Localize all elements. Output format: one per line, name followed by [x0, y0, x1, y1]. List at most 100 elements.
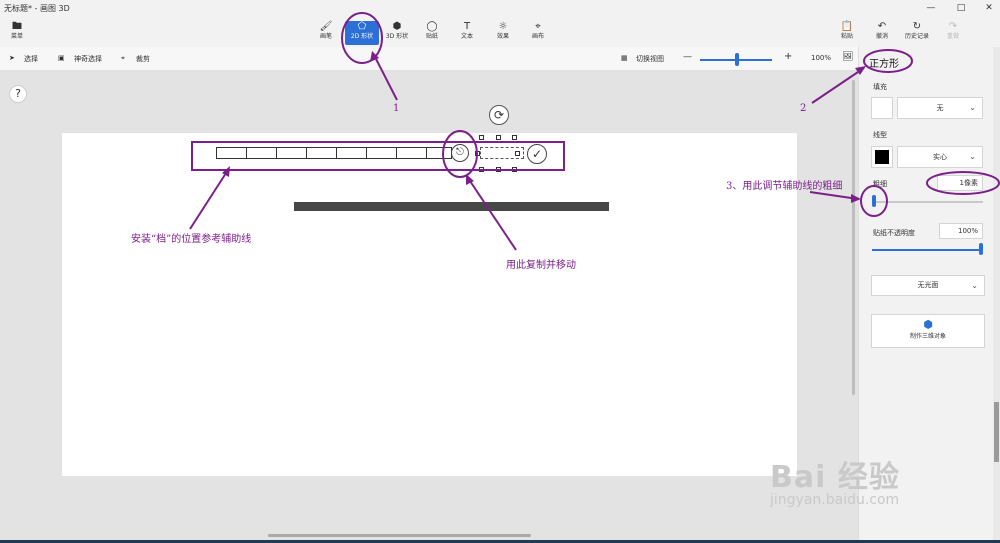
annotation-guide-note: 安装“档”的位置参考辅助线: [131, 234, 252, 245]
stamp-copy-icon[interactable]: ⎋: [451, 144, 469, 162]
line-type-label: 线型: [873, 131, 887, 139]
tool-effects-label: 效果: [496, 33, 509, 40]
watermark-brand: Bai 经验: [770, 460, 900, 495]
rotate-handle-icon[interactable]: ⟳: [489, 105, 509, 125]
paste-button[interactable]: 📋 粘贴: [830, 21, 864, 45]
guide-cell[interactable]: [276, 147, 307, 159]
tool-text[interactable]: T 文本: [450, 21, 484, 45]
resize-handle[interactable]: [515, 151, 520, 156]
baidu-watermark: Bai 经验 jingyan.baidu.com: [770, 452, 900, 508]
guide-cell[interactable]: [336, 147, 367, 159]
resize-handle[interactable]: [496, 167, 501, 172]
make-3d-label: 制作三维对象: [909, 333, 946, 340]
annotation-number-1: 1: [393, 103, 400, 114]
line-type-dropdown[interactable]: 实心 ⌄: [897, 146, 983, 168]
canvas-icon: ⌖: [535, 21, 541, 32]
confirm-check-icon[interactable]: ✓: [527, 144, 547, 164]
history-button[interactable]: ↻ 历史记录: [900, 21, 934, 45]
sticker-opacity-value: 100%: [957, 227, 978, 235]
resize-handle[interactable]: [479, 135, 484, 140]
undo-button[interactable]: ↶ 撤消: [865, 21, 899, 45]
thickness-field[interactable]: 1像素: [937, 175, 983, 191]
reference-guide-row[interactable]: [216, 147, 524, 159]
select-icon: ➤: [9, 54, 15, 62]
canvas-paper[interactable]: [62, 133, 797, 476]
tool-2d-shapes[interactable]: ⬠ 2D 形状: [345, 21, 379, 45]
switch-view-button[interactable]: 切换视图: [636, 54, 664, 64]
tool-stickers[interactable]: ◯ 贴纸: [415, 21, 449, 45]
guide-cell[interactable]: [396, 147, 427, 159]
paste-label: 粘贴: [840, 33, 853, 40]
tool-stickers-label: 贴纸: [425, 33, 438, 40]
title-bar: 无标题* - 画图 3D — □ ✕: [0, 0, 1000, 17]
resize-handle[interactable]: [512, 167, 517, 172]
folder-icon: 🖿: [12, 21, 22, 32]
vertical-scrollbar[interactable]: [852, 80, 855, 395]
fill-label: 填充: [873, 83, 887, 91]
resize-handle[interactable]: [496, 135, 501, 140]
tool-text-label: 文本: [460, 33, 473, 40]
menu-label: 菜单: [10, 33, 23, 40]
sticker-opacity-slider-track[interactable]: [872, 249, 980, 251]
line-type-value: 实心: [933, 153, 947, 161]
fill-dropdown[interactable]: 无 ⌄: [897, 97, 983, 119]
tool-canvas[interactable]: ⌖ 画布: [521, 21, 555, 45]
thickness-label: 粗细: [873, 180, 887, 188]
fill-color-swatch[interactable]: [871, 97, 893, 119]
switch-view-icon: ▦: [621, 54, 628, 62]
paste-icon: 📋: [840, 21, 854, 32]
sticker-opacity-field[interactable]: 100%: [939, 223, 983, 239]
panel-title: 正方形: [869, 59, 899, 70]
zoom-out-button[interactable]: —: [683, 52, 692, 62]
crop-icon: ⌖: [121, 54, 125, 62]
magic-select-button[interactable]: 神奇选择: [74, 54, 102, 64]
panel-scrollbar[interactable]: [993, 47, 1000, 543]
chevron-down-icon: ⌄: [969, 152, 976, 161]
tool-brush[interactable]: 🖌 画笔: [309, 21, 343, 45]
guide-cell[interactable]: [216, 147, 247, 159]
zoom-in-button[interactable]: +: [784, 51, 792, 62]
line-color-swatch[interactable]: [871, 146, 893, 168]
effects-icon: ☼: [498, 21, 508, 32]
crop-button[interactable]: 裁剪: [136, 54, 150, 64]
undo-label: 撤消: [875, 33, 888, 40]
select-button[interactable]: 选择: [24, 54, 38, 64]
3d-shapes-icon: ⬢: [392, 21, 402, 32]
tool-brush-label: 画笔: [319, 33, 332, 40]
thick-guide-line[interactable]: [294, 202, 609, 211]
sticker-opacity-label: 贴纸不透明度: [873, 229, 915, 237]
minimize-button[interactable]: —: [924, 2, 938, 14]
redo-button[interactable]: ↷ 重做: [936, 21, 970, 45]
image-view-icon[interactable]: 🖼: [842, 52, 853, 62]
make-3d-button[interactable]: ⬢ 制作三维对象: [871, 314, 985, 348]
guide-cell[interactable]: [306, 147, 337, 159]
line-color-fill: [875, 150, 889, 164]
annotation-thickness-note: 3、用此调节辅助线的粗细: [726, 181, 843, 192]
tool-effects[interactable]: ☼ 效果: [486, 21, 520, 45]
guide-cell[interactable]: [366, 147, 397, 159]
resize-handle[interactable]: [479, 167, 484, 172]
tool-3d-shapes[interactable]: ⬢ 3D 形状: [380, 21, 414, 45]
help-button[interactable]: ?: [9, 85, 27, 103]
guide-cell[interactable]: [246, 147, 277, 159]
menu-button[interactable]: 🖿 菜单: [0, 21, 34, 45]
history-icon: ↻: [912, 21, 922, 32]
redo-icon: ↷: [948, 21, 958, 32]
panel-scroll-thumb[interactable]: [994, 402, 999, 462]
guide-cell[interactable]: [426, 147, 452, 159]
horizontal-scrollbar[interactable]: [268, 534, 531, 537]
close-button[interactable]: ✕: [982, 2, 996, 14]
thickness-slider-thumb[interactable]: [872, 195, 876, 207]
finish-dropdown[interactable]: 无光面 ⌄: [871, 275, 985, 296]
text-icon: T: [463, 21, 471, 32]
thickness-slider-track[interactable]: [872, 201, 983, 203]
resize-handle[interactable]: [475, 151, 480, 156]
resize-handle[interactable]: [512, 135, 517, 140]
tool-canvas-label: 画布: [531, 33, 544, 40]
zoom-slider-thumb[interactable]: [735, 53, 739, 66]
maximize-button[interactable]: □: [954, 2, 968, 14]
chevron-down-icon: ⌄: [969, 103, 976, 112]
sticker-opacity-slider-thumb[interactable]: [979, 243, 983, 255]
tool-2d-shapes-label: 2D 形状: [350, 33, 374, 40]
finish-value: 无光面: [917, 281, 939, 289]
